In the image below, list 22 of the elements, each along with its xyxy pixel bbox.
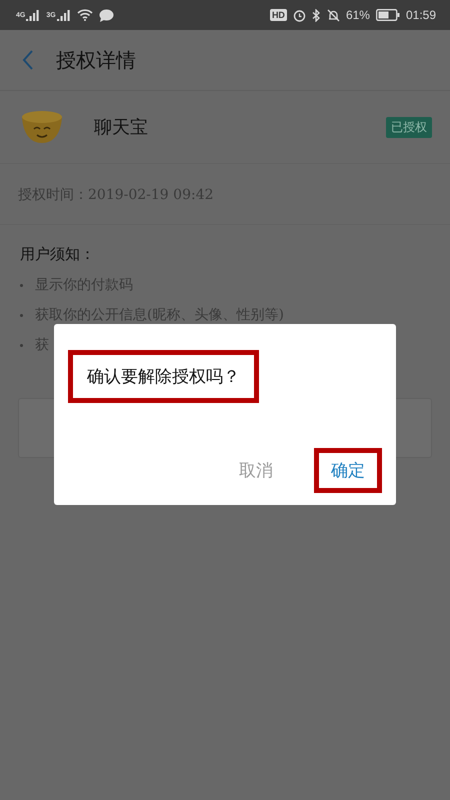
wifi-icon	[76, 9, 93, 21]
app-name: 聊天宝	[94, 116, 149, 139]
alarm-icon	[292, 8, 306, 22]
cancel-button[interactable]: 取消	[239, 459, 273, 482]
clock-time: 01:59	[406, 8, 436, 22]
hd-badge: HD	[270, 9, 287, 21]
bullet-dot	[20, 344, 23, 346]
signal-icon	[26, 10, 40, 20]
muted-bell-icon	[326, 8, 340, 22]
bluetooth-icon	[312, 8, 321, 22]
ingot-icon	[20, 109, 64, 145]
bullet-dot	[20, 314, 23, 316]
battery-icon	[376, 9, 400, 21]
page-title: 授权详情	[56, 46, 136, 74]
bullet-dot	[20, 284, 23, 286]
status-tag: 已授权	[386, 116, 432, 138]
chat-bubble-icon	[98, 8, 114, 22]
signal-icon	[56, 10, 71, 20]
dialog-message: 确认要解除授权吗？	[87, 367, 240, 387]
back-icon[interactable]	[22, 50, 34, 70]
notice-title: 用户须知：	[20, 245, 96, 264]
battery-percent: 61%	[346, 8, 370, 22]
